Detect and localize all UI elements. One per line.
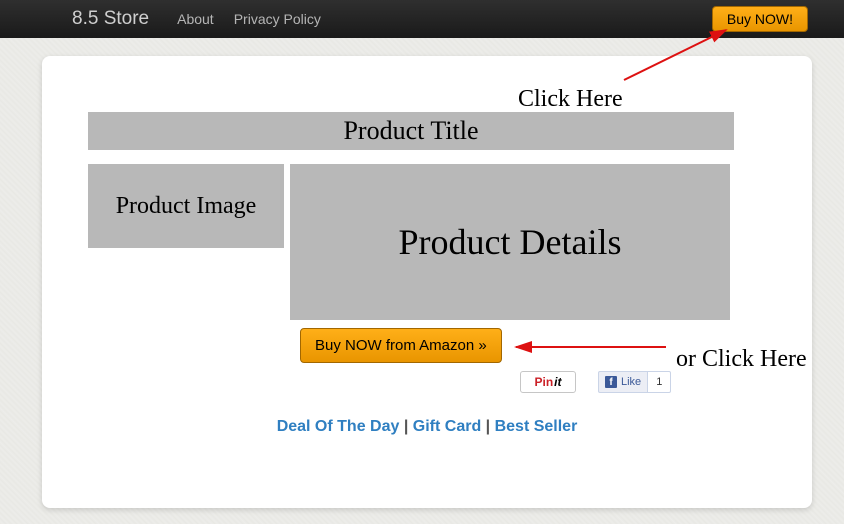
fb-like-button[interactable]: f Like xyxy=(598,371,648,393)
footer-sep: | xyxy=(486,418,495,435)
nav-about-link[interactable]: About xyxy=(177,11,214,27)
nav-privacy-link[interactable]: Privacy Policy xyxy=(234,11,321,27)
pinit-suffix: it xyxy=(554,372,561,392)
fb-like-count: 1 xyxy=(648,371,671,393)
content-card: Click Here Product Title Product Image P… xyxy=(42,56,812,508)
arrow-bottom-icon xyxy=(510,337,670,357)
product-image-placeholder: Product Image xyxy=(88,164,284,248)
product-title-placeholder: Product Title xyxy=(88,112,734,150)
annotation-or-click-here: or Click Here xyxy=(676,346,807,373)
product-details-placeholder: Product Details xyxy=(290,164,730,320)
footer-gift-link[interactable]: Gift Card xyxy=(413,418,481,435)
footer-links: Deal Of The Day | Gift Card | Best Selle… xyxy=(42,418,812,436)
footer-sep: | xyxy=(404,418,413,435)
top-nav-bar: 8.5 Store About Privacy Policy Buy NOW! xyxy=(0,0,844,38)
buy-now-amazon-button[interactable]: Buy NOW from Amazon » xyxy=(300,328,502,363)
brand-title: 8.5 Store xyxy=(72,8,149,30)
buy-now-top-button[interactable]: Buy NOW! xyxy=(712,6,808,32)
facebook-f-icon: f xyxy=(605,376,617,388)
pinit-button[interactable]: Pinit xyxy=(520,371,576,393)
pinit-prefix: Pin xyxy=(534,372,553,392)
footer-deal-link[interactable]: Deal Of The Day xyxy=(277,418,400,435)
footer-best-link[interactable]: Best Seller xyxy=(495,418,578,435)
fb-like-label: Like xyxy=(621,376,641,388)
fb-like-widget: f Like 1 xyxy=(598,371,671,393)
annotation-click-here: Click Here xyxy=(518,86,623,113)
